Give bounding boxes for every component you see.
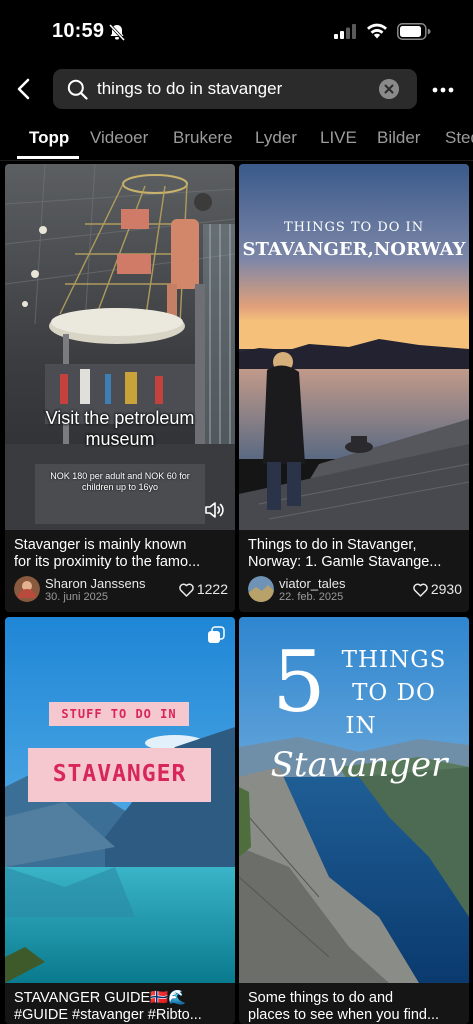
tab-top[interactable]: Topp [29, 128, 69, 148]
result-card-3[interactable]: STUFF TO DO IN STAVANGER STAVANGER GUIDE… [5, 617, 235, 1024]
overlay-line-2: STAVANGER,NORWAY [242, 239, 466, 260]
search-header: things to do in stavanger [0, 66, 473, 112]
avatar[interactable] [248, 576, 274, 602]
caption-line: STAVANGER GUIDE🇳🇴🌊 [14, 990, 187, 1006]
heart-icon [179, 583, 194, 597]
result-card-2[interactable]: THINGS TO DO IN STAVANGER,NORWAY Things … [239, 164, 469, 612]
more-options-icon[interactable] [429, 80, 457, 100]
battery-icon [397, 23, 431, 40]
tab-photos[interactable]: Bilder [377, 128, 420, 148]
result-card-4[interactable]: 5 THINGS TO DO IN Stavanger Some things … [239, 617, 469, 1024]
caption-line: Stavanger is mainly known [14, 537, 187, 553]
tab-sounds[interactable]: Lyder [255, 128, 297, 148]
tab-places[interactable]: Steder [445, 128, 473, 148]
like-count: 2930 [413, 581, 462, 597]
result-card-1[interactable]: Visit the petroleum museum NOK 180 per a… [5, 164, 235, 612]
search-tabs: Topp Videoer Brukere Lyder LIVE Bilder S… [0, 116, 473, 161]
tab-live[interactable]: LIVE [320, 128, 357, 148]
overlay-script-title: Stavanger [270, 745, 448, 785]
caption-line: Things to do in Stavanger, [248, 537, 417, 553]
overlay-line-3: IN [345, 713, 377, 739]
caption-line: Norway: 1. Gamle Stavange... [248, 554, 442, 570]
caption-line: Some things to do and [248, 990, 394, 1006]
overlay-line-1: THINGS TO DO IN [283, 220, 425, 235]
photo-carousel-icon [208, 626, 225, 643]
back-arrow-icon[interactable] [12, 76, 38, 102]
caption-line: for its proximity to the famo... [14, 554, 201, 570]
overlay-title: Visit the petroleum museum [45, 408, 195, 449]
like-count-value: 1222 [196, 581, 228, 597]
photo-thumbnail: STUFF TO DO IN STAVANGER [5, 617, 235, 983]
speaker-icon[interactable] [204, 501, 224, 519]
post-date: 22. feb. 2025 [279, 591, 344, 603]
video-meta: Sharon Janssens 30. juni 2025 1222 [14, 576, 228, 604]
overlay-line-2: TO DO [352, 680, 436, 706]
search-icon [67, 79, 88, 100]
author-name[interactable]: Sharon Janssens [45, 576, 145, 591]
overlay-line-1: STUFF TO DO IN [61, 707, 177, 721]
video-caption: Stavanger is mainly known for its proxim… [14, 537, 228, 571]
video-thumbnail: 5 THINGS TO DO IN Stavanger [239, 617, 469, 983]
avatar[interactable] [14, 576, 40, 602]
author-name[interactable]: viator_tales [279, 576, 345, 591]
tab-users[interactable]: Brukere [173, 128, 233, 148]
caption-line: #GUIDE #stavanger #Ribto... [14, 1007, 202, 1023]
overlay-subtitle: NOK 180 per adult and NOK 60 for childre… [50, 471, 190, 492]
video-caption: Things to do in Stavanger, Norway: 1. Ga… [248, 537, 462, 571]
muted-bell-icon [108, 23, 126, 41]
video-meta: viator_tales 22. feb. 2025 2930 [248, 576, 462, 604]
video-caption: Some things to do and places to see when… [248, 990, 462, 1024]
overlay-line-1: THINGS [341, 647, 447, 673]
post-date: 30. juni 2025 [45, 591, 108, 603]
tab-videos[interactable]: Videoer [90, 128, 148, 148]
video-thumbnail: Visit the petroleum museum NOK 180 per a… [5, 164, 235, 530]
clear-search-icon[interactable] [379, 79, 399, 99]
search-input[interactable]: things to do in stavanger [53, 69, 417, 109]
active-tab-indicator [17, 156, 79, 159]
caption-line: places to see when you find... [248, 1007, 440, 1023]
search-query: things to do in stavanger [97, 79, 283, 98]
cellular-signal-icon [334, 24, 356, 39]
overlay-line-2: STAVANGER [52, 761, 187, 787]
post-caption: STAVANGER GUIDE🇳🇴🌊 #GUIDE #stavanger #Ri… [14, 990, 228, 1024]
status-bar: 10:59 [0, 0, 473, 62]
heart-icon [413, 583, 428, 597]
video-thumbnail: THINGS TO DO IN STAVANGER,NORWAY [239, 164, 469, 530]
status-time: 10:59 [52, 20, 105, 42]
like-count-value: 2930 [430, 581, 462, 597]
wifi-icon [367, 23, 387, 39]
like-count: 1222 [179, 581, 228, 597]
overlay-number: 5 [272, 633, 326, 731]
